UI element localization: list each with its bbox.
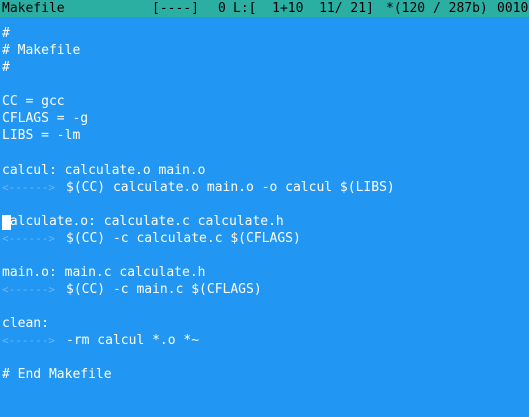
code-text: $(CC) calculate.o main.o -o calcul $(LIB… [66, 180, 395, 195]
code-text: $(CC) -c main.c $(CFLAGS) [66, 282, 262, 297]
tab-marker: <------> [2, 283, 55, 296]
code-line: # Makefile [2, 43, 81, 58]
editor-window: Makefile [----] 0 L:[ 1+10 11/ 21] *(120… [0, 0, 529, 417]
code-line: # [2, 60, 10, 75]
code-line: LIBS = -lm [2, 128, 81, 143]
tab-marker: <------> [2, 181, 55, 194]
status-filename: Makefile [2, 1, 65, 16]
status-bar: Makefile [----] 0 L:[ 1+10 11/ 21] *(120… [0, 0, 529, 17]
tab-marker: <------> [2, 232, 55, 245]
code-line: CC = gcc [2, 94, 65, 109]
code-line: clean: [2, 316, 49, 331]
status-code: 0010 [497, 1, 529, 16]
code-line: calcul: calculate.o main.o [2, 163, 206, 178]
code-line: <------> $(CC) -c main.c $(CFLAGS) [2, 281, 262, 298]
status-column: 0 [218, 1, 226, 16]
code-line: CFLAGS = -g [2, 111, 89, 126]
code-line: <------> $(CC) -c calculate.c $(CFLAGS) [2, 230, 301, 247]
code-line: main.o: main.c calculate.h [2, 265, 206, 280]
code-text: $(CC) -c calculate.c $(CFLAGS) [66, 231, 301, 246]
tab-marker: <------> [2, 334, 55, 347]
code-line: <------> -rm calcul *.o *~ [2, 332, 199, 349]
code-line: <------> $(CC) calculate.o main.o -o calc… [2, 179, 395, 196]
code-line: calculate.o: calculate.c calculate.h [2, 214, 284, 229]
code-line: # End Makefile [2, 367, 112, 382]
editor-text-area[interactable]: # # Makefile # CC = gcc CFLAGS = -g LIBS… [0, 17, 529, 417]
code-text: -rm calcul *.o *~ [66, 333, 200, 348]
status-line-info: L:[ 1+10 11/ 21] [233, 1, 374, 16]
status-char-info: *(120 / 287b) [386, 1, 488, 16]
code-line: # [2, 26, 10, 41]
status-flags: [----] [152, 1, 199, 16]
